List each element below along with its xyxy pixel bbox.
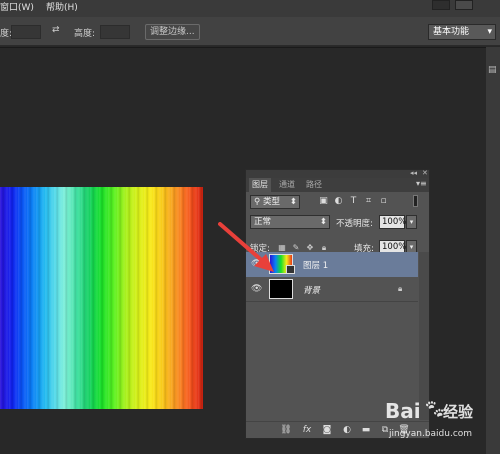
height-label: 高度: xyxy=(74,29,96,39)
watermark-url: jingyan.baidu.com xyxy=(389,429,473,439)
swap-icon[interactable]: ⇄ xyxy=(52,25,60,35)
lock-icon: 🔒︎ xyxy=(398,284,403,293)
group-icon[interactable]: ▬ xyxy=(360,424,372,436)
filter-kind-label: 类型 xyxy=(262,197,280,207)
filter-kind-select[interactable]: ⚲ 类型 ⬍ xyxy=(250,195,300,209)
opacity-label: 不透明度: xyxy=(336,219,373,229)
filter-toggle[interactable] xyxy=(413,195,418,207)
visibility-eye-icon[interactable]: 👁︎ xyxy=(251,284,263,294)
shape-filter-icon[interactable]: ⌗ xyxy=(363,196,374,206)
menu-bar: 窗口(W) 帮助(H) xyxy=(0,0,500,17)
workspace-label: 基本功能 xyxy=(433,27,470,37)
close-icon[interactable]: ✕ xyxy=(422,169,428,177)
menu-help[interactable]: 帮助(H) xyxy=(46,0,78,17)
panel-header: ◂◂ ✕ xyxy=(246,169,429,178)
layer-thumbnail xyxy=(269,279,293,299)
chevron-down-icon: ⬍ xyxy=(319,217,327,227)
image-filter-icon[interactable]: ▣ xyxy=(318,196,329,206)
type-filter-icon[interactable]: T xyxy=(348,196,359,206)
tab-channels[interactable]: 通道 xyxy=(276,178,298,192)
panel-tabs: 图层 通道 路径 ▾≡ xyxy=(246,178,429,192)
baidu-watermark: Bai 🐾︎ 经验 jingyan.baidu.com xyxy=(385,395,495,449)
chevron-down-icon: ⬍ xyxy=(289,197,297,207)
close-button[interactable] xyxy=(455,0,473,10)
watermark-brand: Bai xyxy=(385,399,421,423)
canvas-texture xyxy=(0,187,203,409)
link-icon[interactable]: ⛓ xyxy=(280,424,292,436)
refine-edge-button[interactable]: 调整边缘... xyxy=(145,24,200,40)
panel-menu-icon[interactable]: ▾≡ xyxy=(416,179,427,188)
height-field[interactable] xyxy=(100,25,130,39)
right-dock-strip: ▤ xyxy=(486,47,500,454)
annotation-arrow-icon xyxy=(218,222,274,272)
tab-layers[interactable]: 图层 xyxy=(249,178,271,192)
options-bar: 度: ⇄ 高度: 调整边缘... 基本功能 ▾ xyxy=(0,17,500,46)
width-field[interactable] xyxy=(11,25,41,39)
menu-window[interactable]: 窗口(W) xyxy=(0,0,34,17)
opacity-field[interactable]: 100% xyxy=(379,215,406,229)
opacity-dropdown[interactable]: ▾ xyxy=(406,215,417,229)
collapse-icon[interactable]: ◂◂ xyxy=(410,169,417,177)
chevron-down-icon: ▾ xyxy=(487,27,492,37)
layer-name[interactable]: 背景 xyxy=(303,284,320,296)
watermark-brand-suffix: 经验 xyxy=(443,403,474,421)
mask-icon[interactable]: ◙ xyxy=(321,424,333,436)
adjustment-icon[interactable]: ◐ xyxy=(341,424,353,436)
search-icon: ⚲ xyxy=(254,197,263,207)
layer-name[interactable]: 图层 1 xyxy=(303,259,328,271)
smart-object-badge-icon xyxy=(286,265,295,274)
adjustment-filter-icon[interactable]: ◐ xyxy=(333,196,344,206)
fx-icon[interactable]: fx xyxy=(301,424,313,436)
workspace-select[interactable]: 基本功能 ▾ xyxy=(428,24,496,40)
minimize-button[interactable] xyxy=(432,0,450,10)
smart-object-filter-icon[interactable]: ▫ xyxy=(378,196,389,206)
history-icon[interactable]: ▤ xyxy=(488,65,497,75)
tab-paths[interactable]: 路径 xyxy=(303,178,325,192)
layer-row-background[interactable]: 👁︎ 背景 🔒︎ xyxy=(246,277,418,302)
